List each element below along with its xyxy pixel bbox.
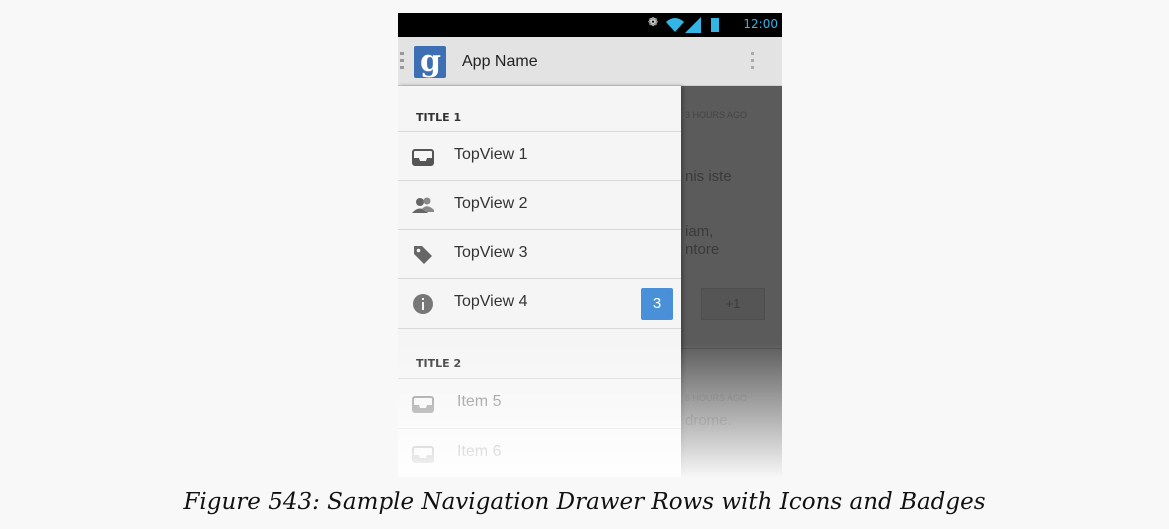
drawer-item-label: TopView 3 bbox=[454, 244, 528, 261]
drawer-item-label: TopView 4 bbox=[454, 293, 528, 310]
drawer-item-5[interactable]: Item 5 bbox=[398, 379, 681, 427]
signal-icon bbox=[685, 17, 701, 33]
navigation-drawer: TITLE 1 TopView 1 TopView 2 TopView 3 To… bbox=[398, 86, 681, 477]
inbox-icon bbox=[412, 396, 434, 413]
drawer-item-topview-3[interactable]: TopView 3 bbox=[398, 230, 681, 278]
content-text: ntore bbox=[685, 241, 720, 258]
timestamp: 3 HOURS AGO bbox=[685, 110, 748, 120]
drawer-item-label: TopView 2 bbox=[454, 195, 528, 212]
bluetooth-icon: ❁ bbox=[648, 15, 659, 29]
people-icon bbox=[412, 197, 434, 213]
count-badge: 3 bbox=[641, 288, 673, 320]
status-bar: ❁ 12:00 bbox=[398, 13, 782, 37]
section-title: TITLE 1 bbox=[416, 111, 462, 124]
action-bar: g App Name bbox=[398, 37, 782, 86]
plus-one-button[interactable]: +1 bbox=[701, 288, 765, 320]
drawer-item-label: Item 5 bbox=[457, 393, 502, 410]
figure-caption: Figure 543: Sample Navigation Drawer Row… bbox=[183, 489, 986, 515]
tag-icon bbox=[414, 246, 432, 264]
drawer-item-label: TopView 1 bbox=[454, 146, 528, 163]
app-logo-icon[interactable]: g bbox=[414, 44, 446, 79]
battery-icon bbox=[711, 18, 719, 32]
section-title: TITLE 2 bbox=[416, 357, 462, 370]
content-text: iam, bbox=[685, 223, 714, 240]
main-content: 3 HOURS AGO nis iste iam, ntore +1 6 HOU… bbox=[681, 86, 782, 477]
clock: 12:00 bbox=[743, 17, 778, 31]
drawer-item-topview-4[interactable]: TopView 4 3 bbox=[398, 279, 681, 327]
inbox-icon bbox=[412, 149, 434, 166]
drawer-indicator-icon[interactable] bbox=[400, 52, 404, 70]
app-title: App Name bbox=[462, 53, 538, 70]
info-icon bbox=[413, 294, 433, 314]
timestamp: 6 HOURS AGO bbox=[685, 393, 748, 403]
content-text: drome. bbox=[685, 412, 732, 429]
drawer-item-topview-1[interactable]: TopView 1 bbox=[398, 132, 681, 180]
phone-screen: ❁ 12:00 g App Name 3 HOURS AGO nis iste … bbox=[398, 13, 782, 477]
inbox-icon bbox=[412, 446, 434, 463]
divider bbox=[398, 328, 681, 329]
drawer-item-label: Item 6 bbox=[457, 443, 502, 460]
drawer-item-6[interactable]: Item 6 bbox=[398, 429, 681, 477]
wifi-icon bbox=[666, 18, 684, 32]
drawer-item-topview-2[interactable]: TopView 2 bbox=[398, 181, 681, 229]
divider bbox=[681, 348, 782, 349]
content-text: nis iste bbox=[685, 168, 732, 185]
overflow-menu-icon[interactable] bbox=[751, 52, 754, 70]
